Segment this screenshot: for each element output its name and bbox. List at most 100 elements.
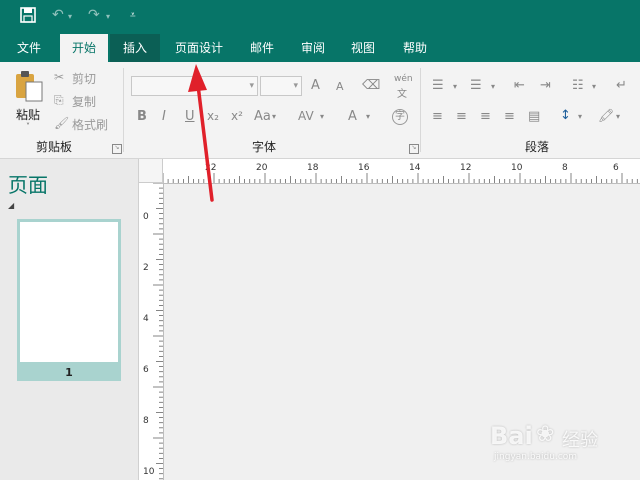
ruler-label: 8 [562,163,568,173]
ruler-label: 14 [409,163,421,173]
tab-page-design[interactable]: 页面设计 [164,34,234,62]
ruler-corner[interactable] [139,159,163,183]
increase-indent-icon[interactable]: ⇥ [540,78,551,93]
ruler-label: 16 [358,163,370,173]
cut-button[interactable]: 剪切 [72,70,96,87]
shrink-font-button[interactable]: A [336,80,344,93]
ribbon: 粘贴 ˅ ✂ 剪切 ⎘ 复制 🖌 格式刷 剪贴板 ↘ ▾ ▾ A A ⌫ wén… [0,62,640,159]
paste-button[interactable]: 粘贴 ˅ [10,68,48,134]
ruler-label: 10 [143,467,155,477]
page-thumbnail[interactable]: 1 [17,219,121,381]
enclose-characters-button[interactable]: 字 [392,109,408,125]
paragraph-group-label: 段落 [525,140,550,154]
undo-icon[interactable]: ↶ [52,7,64,23]
tab-view[interactable]: 视图 [340,34,386,62]
chevron-down-icon[interactable]: ▾ [366,112,370,121]
copy-icon: ⎘ [54,93,64,107]
bold-button[interactable]: B [137,109,147,124]
bullets-icon[interactable]: ☰ [432,78,444,93]
ruler-label: 22 [205,163,216,173]
ruler-label: 8 [143,416,149,426]
italic-button[interactable]: I [162,109,166,124]
baidu-brand-suffix: 经验 [562,430,598,451]
vertical-ruler[interactable]: 0 2 4 6 8 10 [139,183,164,480]
cut-icon: ✂ [54,70,65,84]
chevron-down-icon[interactable]: ▾ [592,82,596,91]
ruler-label: 2 [143,263,149,273]
baidu-watermark: Bai ❀ 经验 jingyan.baidu.com [490,418,620,466]
phonetic-guide-bottom: 文 [397,89,407,100]
baidu-url: jingyan.baidu.com [494,452,578,462]
chevron-down-icon: ▾ [249,81,254,91]
tab-review[interactable]: 审阅 [290,34,336,62]
chevron-down-icon: ˅ [26,122,30,131]
tab-insert[interactable]: 插入 [110,34,160,62]
font-group-label: 字体 [252,140,277,154]
page-thumbnail-preview [20,222,118,362]
font-name-combo[interactable]: ▾ [131,76,258,96]
phonetic-guide-top[interactable]: wén [394,74,413,84]
baidu-brand: Bai [490,422,533,450]
grow-font-button[interactable]: A [311,78,320,93]
redo-icon[interactable]: ↷ [88,7,100,23]
ruler-label: 6 [143,365,149,375]
tab-help[interactable]: 帮助 [392,34,438,62]
ruler-label: 4 [143,314,149,324]
ruler-label: 0 [143,212,149,222]
clipboard-launcher-icon[interactable]: ↘ [112,144,122,154]
ruler-label: 12 [460,163,471,173]
text-direction-icon[interactable]: ↵ [616,78,627,93]
vertical-ruler-ticks: 0 2 4 6 8 10 [143,183,163,480]
chevron-down-icon[interactable]: ▾ [320,112,324,121]
format-painter-icon: 🖌 [54,116,70,130]
horizontal-ruler-ticks: 22 20 18 16 14 12 10 8 6 [163,163,638,183]
chevron-down-icon[interactable]: ▾ [453,82,457,91]
clipboard-group-label: 剪贴板 [36,140,73,154]
chevron-down-icon[interactable]: ▾ [578,112,582,121]
distributed-icon[interactable]: ▤ [528,109,540,124]
group-separator [420,68,421,152]
tab-home[interactable]: 开始 [60,34,108,62]
format-painter-button[interactable]: 格式刷 [72,116,108,133]
align-right-icon[interactable]: ≡ [480,109,491,124]
chevron-down-icon[interactable]: ▾ [272,112,276,121]
copy-button[interactable]: 复制 [72,93,96,110]
pages-pane: 页面 ◢ 1 [0,159,139,480]
align-left-icon[interactable]: ≡ [432,109,443,124]
change-case-button[interactable]: Aa [254,109,271,124]
numbering-icon[interactable]: ☰ [470,78,482,93]
decrease-indent-icon[interactable]: ⇤ [514,78,525,93]
shading-icon[interactable]: 🖍 [598,109,615,124]
group-separator [123,68,124,152]
ruler-label: 6 [613,163,619,173]
tab-mailings[interactable]: 邮件 [240,34,284,62]
tab-file[interactable]: 文件 [6,34,52,62]
font-size-combo[interactable]: ▾ [260,76,302,96]
font-launcher-icon[interactable]: ↘ [409,144,419,154]
paste-label: 粘贴 [16,108,41,122]
chevron-down-icon: ▾ [293,81,298,91]
pages-pane-title: 页面 [8,173,48,197]
character-spacing-button[interactable]: AV [298,109,314,123]
ruler-label: 20 [256,163,268,173]
underline-button[interactable]: U [185,109,195,124]
line-spacing-icon[interactable]: ↕ [560,108,571,123]
font-color-button[interactable]: A [348,109,357,124]
redo-dropdown-icon[interactable]: ▾ [106,12,110,21]
subscript-button[interactable]: x₂ [207,109,219,123]
collapse-triangle-icon[interactable]: ◢ [8,201,14,210]
customize-toolbar-icon[interactable]: ⩡ [130,10,136,21]
superscript-button[interactable]: x² [231,109,243,123]
chevron-down-icon[interactable]: ▾ [491,82,495,91]
clear-format-icon[interactable]: ⌫ [362,78,380,93]
chevron-down-icon[interactable]: ▾ [616,112,620,121]
ribbon-tabs: 文件 开始 插入 页面设计 邮件 审阅 视图 帮助 [0,34,640,62]
align-center-icon[interactable]: ≡ [456,109,467,124]
justify-icon[interactable]: ≡ [504,109,515,124]
ruler-label: 10 [511,163,523,173]
columns-icon[interactable]: ☷ [572,78,584,93]
undo-dropdown-icon[interactable]: ▾ [68,12,72,21]
horizontal-ruler[interactable]: 22 20 18 16 14 12 10 8 6 [163,159,640,184]
title-bar: ↶ ▾ ↷ ▾ ⩡ [0,0,640,34]
save-icon[interactable] [20,7,36,27]
